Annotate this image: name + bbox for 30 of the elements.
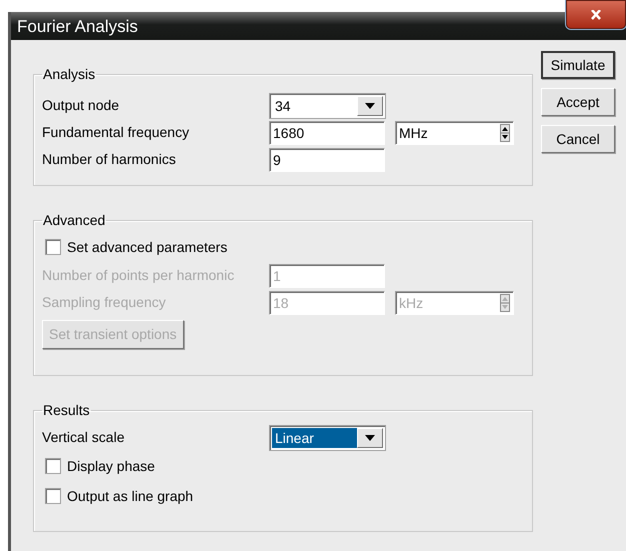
checkbox-label: Set advanced parameters [67,238,228,257]
group-title: Results [42,402,91,418]
checkbox[interactable] [45,239,61,255]
dialog-button[interactable]: Accept [541,88,615,116]
group-title: Advanced [42,212,106,228]
caret-icon [365,434,375,440]
dropdown[interactable]: 34 [269,92,386,118]
spinner-arrows-icon [500,124,510,142]
checkbox-label: Display phase [67,456,155,476]
dialog-button[interactable]: Cancel [541,125,615,153]
field-label: Output node [42,96,120,115]
input-field[interactable]: 1680 [269,120,385,144]
field-label: Sampling frequency [42,293,167,312]
window-title: Fourier Analysis [17,17,138,36]
field-label: Number of harmonics [42,150,177,169]
checkbox[interactable] [45,488,61,504]
input-field[interactable]: 9 [269,148,385,172]
field-label: Number of points per harmonic [42,266,236,285]
field-label: Vertical scale [42,428,126,447]
close-button[interactable] [566,0,626,29]
caret-icon [365,102,375,108]
field-label: Fundamental frequency [42,123,190,142]
checkbox-label: Output as line graph [67,486,194,506]
close-icon [589,10,603,20]
checkbox[interactable] [45,458,61,474]
unit-spinner[interactable]: MHz [395,120,514,144]
dialog-button[interactable]: Simulate [541,51,615,79]
spinner-arrows-icon [500,294,510,312]
group-title: Analysis [42,66,96,82]
dropdown[interactable]: Linear [269,424,386,450]
